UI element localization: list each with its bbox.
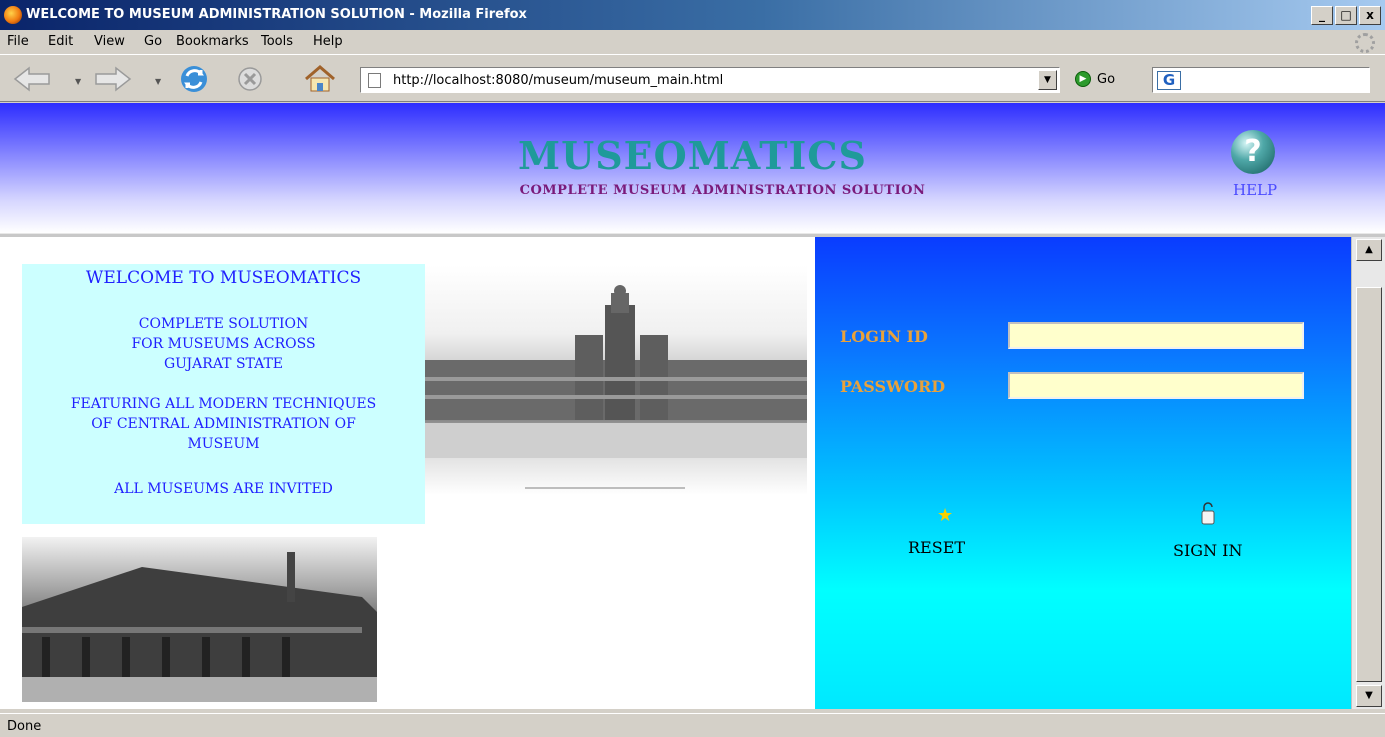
- menu-edit[interactable]: Edit: [48, 34, 73, 49]
- window-titlebar: WELCOME TO MUSEUM ADMINISTRATION SOLUTIO…: [0, 0, 1385, 30]
- menu-bar: File Edit View Go Bookmarks Tools Help: [0, 30, 1385, 54]
- welcome-line: OF CENTRAL ADMINISTRATION OF: [91, 416, 356, 432]
- home-icon: [305, 65, 335, 92]
- signin-lock-icon[interactable]: [1200, 501, 1216, 530]
- menu-help[interactable]: Help: [313, 34, 343, 49]
- help-link[interactable]: HELP: [1233, 181, 1277, 199]
- welcome-line: COMPLETE SOLUTION: [138, 316, 309, 332]
- stop-icon: [238, 67, 262, 91]
- go-button[interactable]: ▶ Go: [1075, 71, 1115, 87]
- minimize-button[interactable]: _: [1311, 6, 1333, 25]
- forward-button[interactable]: [93, 62, 133, 96]
- reset-button[interactable]: RESET: [908, 538, 965, 557]
- reset-star-icon[interactable]: ★: [937, 505, 953, 526]
- back-dropdown-icon[interactable]: ▼: [75, 77, 83, 86]
- signin-button[interactable]: SIGN IN: [1173, 541, 1242, 560]
- welcome-block-2: FEATURING ALL MODERN TECHNIQUES OF CENTR…: [18, 394, 429, 454]
- welcome-block-3: ALL MUSEUMS ARE INVITED: [22, 479, 425, 499]
- scroll-down-button[interactable]: ▼: [1356, 685, 1382, 707]
- menu-view[interactable]: View: [94, 34, 125, 49]
- welcome-line: FOR MUSEUMS ACROSS: [131, 336, 316, 352]
- maximize-button[interactable]: □: [1335, 6, 1357, 25]
- stop-button[interactable]: [232, 62, 268, 96]
- menu-file[interactable]: File: [7, 34, 29, 49]
- padlock-icon: [1201, 502, 1215, 525]
- museum-hall-photo: [22, 537, 377, 702]
- reload-button[interactable]: [176, 62, 212, 96]
- activity-throbber-icon: [1355, 33, 1375, 53]
- welcome-block-1: COMPLETE SOLUTION FOR MUSEUMS ACROSS GUJ…: [22, 314, 425, 374]
- welcome-line: GUJARAT STATE: [163, 356, 284, 372]
- login-id-input[interactable]: [1008, 322, 1304, 349]
- firefox-icon: [4, 6, 22, 24]
- back-button[interactable]: [12, 62, 52, 96]
- brand-tagline: COMPLETE MUSEUM ADMINISTRATION SOLUTION: [519, 183, 926, 198]
- menu-bookmarks[interactable]: Bookmarks: [176, 34, 249, 49]
- menu-tools[interactable]: Tools: [261, 34, 293, 49]
- url-text: http://localhost:8080/museum/museum_main…: [393, 73, 724, 88]
- left-content-pane: WELCOME TO MUSEOMATICS COMPLETE SOLUTION…: [0, 237, 815, 709]
- page-header: MUSEOMATICS COMPLETE MUSEUM ADMINISTRATI…: [0, 103, 1385, 233]
- forward-arrow-icon: [95, 66, 132, 92]
- reload-icon: [181, 66, 207, 92]
- museum-building-illustration: [425, 285, 807, 489]
- welcome-title: WELCOME TO MUSEOMATICS: [85, 268, 362, 288]
- back-arrow-icon: [13, 66, 50, 92]
- google-search-icon[interactable]: G: [1157, 71, 1181, 90]
- welcome-panel: WELCOME TO MUSEOMATICS COMPLETE SOLUTION…: [22, 264, 425, 524]
- welcome-line: ALL MUSEUMS ARE INVITED: [114, 481, 333, 497]
- close-button[interactable]: x: [1359, 6, 1381, 25]
- navigation-toolbar: ▼ ▼ http://localhost:8080/museum/museum_…: [0, 54, 1385, 102]
- welcome-line: MUSEUM: [187, 436, 260, 452]
- page-icon: [368, 73, 381, 88]
- forward-dropdown-icon[interactable]: ▼: [155, 77, 163, 86]
- go-label: Go: [1097, 71, 1116, 87]
- home-button[interactable]: [300, 62, 340, 96]
- go-arrow-icon: ▶: [1075, 71, 1091, 87]
- window-controls: _ □ x: [1311, 6, 1381, 25]
- status-text: Done: [7, 719, 42, 734]
- url-history-dropdown[interactable]: ▼: [1038, 70, 1057, 90]
- status-bar: Done: [0, 713, 1385, 737]
- vertical-scrollbar[interactable]: ▲ ▼: [1351, 237, 1385, 709]
- search-box[interactable]: G: [1152, 67, 1370, 93]
- menu-go[interactable]: Go: [144, 34, 162, 49]
- password-label: PASSWORD: [840, 377, 946, 396]
- password-input[interactable]: [1008, 372, 1304, 399]
- help-icon[interactable]: ?: [1231, 130, 1275, 174]
- window-title: WELCOME TO MUSEUM ADMINISTRATION SOLUTIO…: [26, 7, 527, 22]
- welcome-line: FEATURING ALL MODERN TECHNIQUES: [70, 396, 377, 412]
- museum-building-photo: [425, 265, 807, 495]
- museum-hall-illustration: [22, 552, 377, 702]
- login-panel: LOGIN ID PASSWORD ★ RESET SIGN IN: [815, 237, 1351, 709]
- url-bar[interactable]: http://localhost:8080/museum/museum_main…: [360, 67, 1060, 93]
- scroll-up-button[interactable]: ▲: [1356, 239, 1382, 261]
- scroll-thumb[interactable]: [1356, 287, 1382, 682]
- login-id-label: LOGIN ID: [840, 327, 928, 346]
- brand-title: MUSEOMATICS: [518, 133, 867, 178]
